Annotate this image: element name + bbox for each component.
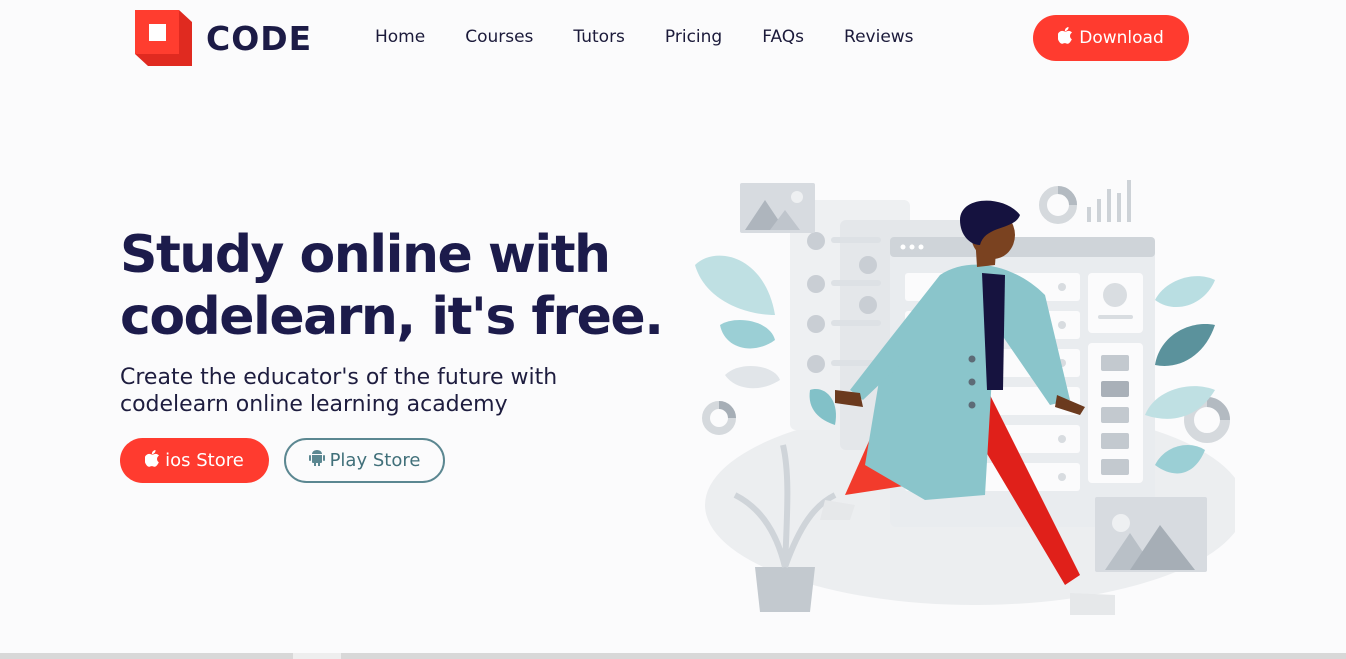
apple-icon — [1057, 27, 1073, 49]
play-store-label: Play Store — [329, 450, 421, 471]
hero-subtitle-line1: Create the educator's of the future with — [120, 365, 558, 390]
hero-subtitle: Create the educator's of the future with… — [120, 364, 620, 418]
apple-icon — [144, 449, 160, 472]
nav-courses[interactable]: Courses — [465, 27, 533, 47]
nav-home[interactable]: Home — [375, 27, 425, 47]
main-nav: Home Courses Tutors Pricing FAQs Reviews — [375, 27, 954, 47]
logo-text: CODE — [206, 18, 313, 58]
hero-subtitle-line2: codelearn online learning academy — [120, 392, 508, 417]
hero-illustration — [685, 175, 1245, 625]
play-store-button[interactable]: Play Store — [284, 438, 445, 483]
download-button[interactable]: Download — [1033, 15, 1189, 61]
hero-title-line2: codelearn, it's free. — [120, 287, 664, 347]
nav-pricing[interactable]: Pricing — [665, 27, 722, 47]
hero-title: Study online with codelearn, it's free. — [120, 224, 680, 348]
horizontal-scrollbar[interactable] — [0, 653, 1346, 659]
hero-title-line1: Study online with — [120, 225, 611, 285]
code-logo-icon — [135, 10, 192, 66]
nav-faqs[interactable]: FAQs — [762, 27, 804, 47]
download-label: Download — [1079, 28, 1164, 48]
ios-store-label: ios Store — [165, 450, 244, 471]
nav-reviews[interactable]: Reviews — [844, 27, 914, 47]
android-icon — [308, 449, 325, 472]
scrollbar-thumb[interactable] — [293, 653, 341, 659]
site-header: CODE Home Courses Tutors Pricing FAQs Re… — [0, 0, 1346, 76]
nav-tutors[interactable]: Tutors — [573, 27, 625, 47]
ios-store-button[interactable]: ios Store — [120, 438, 269, 483]
logo[interactable]: CODE — [135, 10, 312, 66]
